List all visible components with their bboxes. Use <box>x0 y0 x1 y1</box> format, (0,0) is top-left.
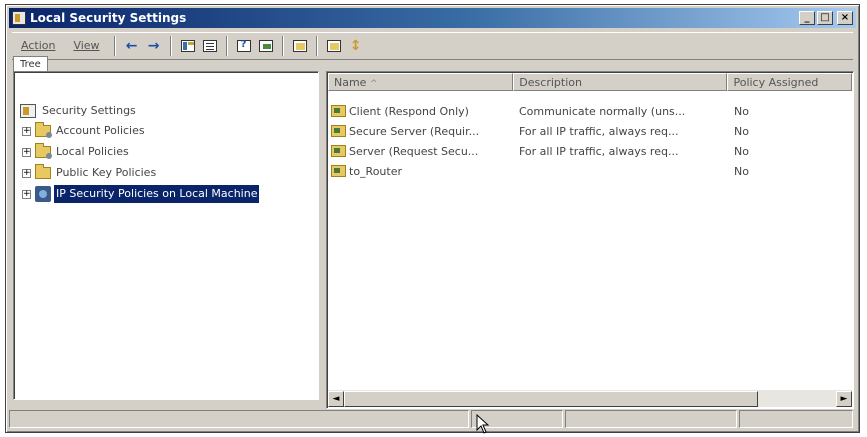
tree-node-local-policies[interactable]: + Local Policies <box>22 143 131 161</box>
name-cell: Client (Respond Only) <box>328 105 514 118</box>
folder-icon <box>35 143 52 159</box>
assigned-cell: No <box>734 124 749 138</box>
policy-icon <box>331 165 346 177</box>
table-row[interactable]: Server (Request Secu... For all IP traff… <box>328 142 849 160</box>
folder-icon <box>35 122 52 138</box>
details-pane: Name ^ Description Policy Assigned Clien… <box>326 71 854 409</box>
folder-icon <box>35 164 51 179</box>
tree-node-root[interactable]: Security Settings <box>20 102 138 120</box>
assigned-cell: No <box>734 144 749 158</box>
column-header-policy-assigned[interactable]: Policy Assigned <box>727 73 852 91</box>
assigned-cell: No <box>734 104 749 118</box>
tree-node-public-key-policies[interactable]: + Public Key Policies <box>22 164 158 182</box>
view-menu-label: View <box>73 39 100 52</box>
action-menu-label: Action <box>21 39 56 52</box>
name-cell: Secure Server (Requir... <box>328 125 514 138</box>
name-cell: to_Router <box>328 165 514 178</box>
refresh-icon[interactable] <box>325 37 343 55</box>
status-bar <box>9 410 855 429</box>
list-view-icon[interactable] <box>201 37 219 55</box>
tree-node-label: Local Policies <box>56 145 129 158</box>
column-header-name[interactable]: Name ^ <box>328 73 514 91</box>
app-icon[interactable] <box>12 11 26 25</box>
column-header-row: Name ^ Description Policy Assigned <box>328 73 852 91</box>
expand-icon[interactable]: + <box>22 147 31 157</box>
window-title: Local Security Settings <box>30 11 187 25</box>
forward-arrow-icon[interactable]: → <box>145 37 163 55</box>
title-bar[interactable]: Local Security Settings _ □ × <box>9 8 856 28</box>
policy-icon <box>331 125 346 137</box>
name-cell: Server (Request Secu... <box>328 145 514 158</box>
toolbar-separator <box>315 36 318 56</box>
tree-pane: Security Settings + Account Policies + L… <box>13 71 319 400</box>
scroll-thumb[interactable] <box>344 390 758 407</box>
expand-icon[interactable]: + <box>22 126 31 136</box>
description-cell: For all IP traffic, always req... <box>519 144 679 158</box>
back-arrow-icon[interactable]: ← <box>123 37 141 55</box>
show-tree-icon[interactable] <box>179 37 197 55</box>
table-row[interactable]: to_Router No <box>328 162 849 180</box>
policy-name: Client (Respond Only) <box>349 104 469 118</box>
tree-node-ip-security-policies[interactable]: + IP Security Policies on Local Machine <box>22 185 260 203</box>
tree-node-account-policies[interactable]: + Account Policies <box>22 122 147 140</box>
maximize-button[interactable]: □ <box>817 11 833 25</box>
table-row[interactable]: Client (Respond Only) Communicate normal… <box>328 102 849 120</box>
tree-node-label: IP Security Policies on Local Machine <box>54 185 260 203</box>
table-row[interactable]: Secure Server (Requir... For all IP traf… <box>328 122 849 140</box>
policy-name: Secure Server (Requir... <box>349 124 480 138</box>
view-menu[interactable]: View <box>64 36 108 56</box>
status-panel <box>565 410 737 428</box>
tree-node-label: Account Policies <box>56 124 145 137</box>
help-icon[interactable] <box>235 37 253 55</box>
assigned-cell: No <box>734 164 749 178</box>
security-settings-icon <box>20 104 36 118</box>
toolbar: Action View ← → ↕ <box>12 32 853 60</box>
description-cell: Communicate normally (uns... <box>519 104 686 118</box>
column-header-description[interactable]: Description <box>513 73 728 91</box>
toolbar-separator <box>281 36 284 56</box>
scroll-right-button[interactable]: ► <box>836 390 852 407</box>
mouse-cursor-icon <box>476 414 490 434</box>
ip-security-icon <box>35 186 51 202</box>
expand-icon[interactable]: + <box>22 168 31 178</box>
policy-icon <box>331 145 346 157</box>
toolbar-separator <box>225 36 228 56</box>
toolbar-separator <box>169 36 172 56</box>
horizontal-scrollbar[interactable]: ◄ ► <box>328 390 852 407</box>
assign-policy-icon[interactable]: ↕ <box>347 37 365 55</box>
toolbar-separator <box>113 36 116 56</box>
tree-node-label: Public Key Policies <box>56 166 157 179</box>
export-list-icon[interactable] <box>257 37 275 55</box>
close-button[interactable]: × <box>837 11 853 25</box>
minimize-button[interactable]: _ <box>799 11 815 25</box>
tree-node-label: Security Settings <box>42 104 136 117</box>
description-cell: For all IP traffic, always req... <box>519 124 679 138</box>
policy-name: to_Router <box>349 164 402 178</box>
sort-arrow-icon: ^ <box>369 79 378 89</box>
tab-tree[interactable]: Tree <box>13 56 48 71</box>
column-header-label: Name <box>334 76 367 89</box>
expand-icon[interactable]: + <box>22 189 31 199</box>
status-panel <box>739 410 853 428</box>
policy-icon <box>331 105 346 117</box>
status-panel <box>9 410 469 428</box>
action-menu[interactable]: Action <box>12 36 64 56</box>
properties-icon[interactable] <box>291 37 309 55</box>
policy-name: Server (Request Secu... <box>349 144 479 158</box>
scroll-left-button[interactable]: ◄ <box>328 390 344 407</box>
